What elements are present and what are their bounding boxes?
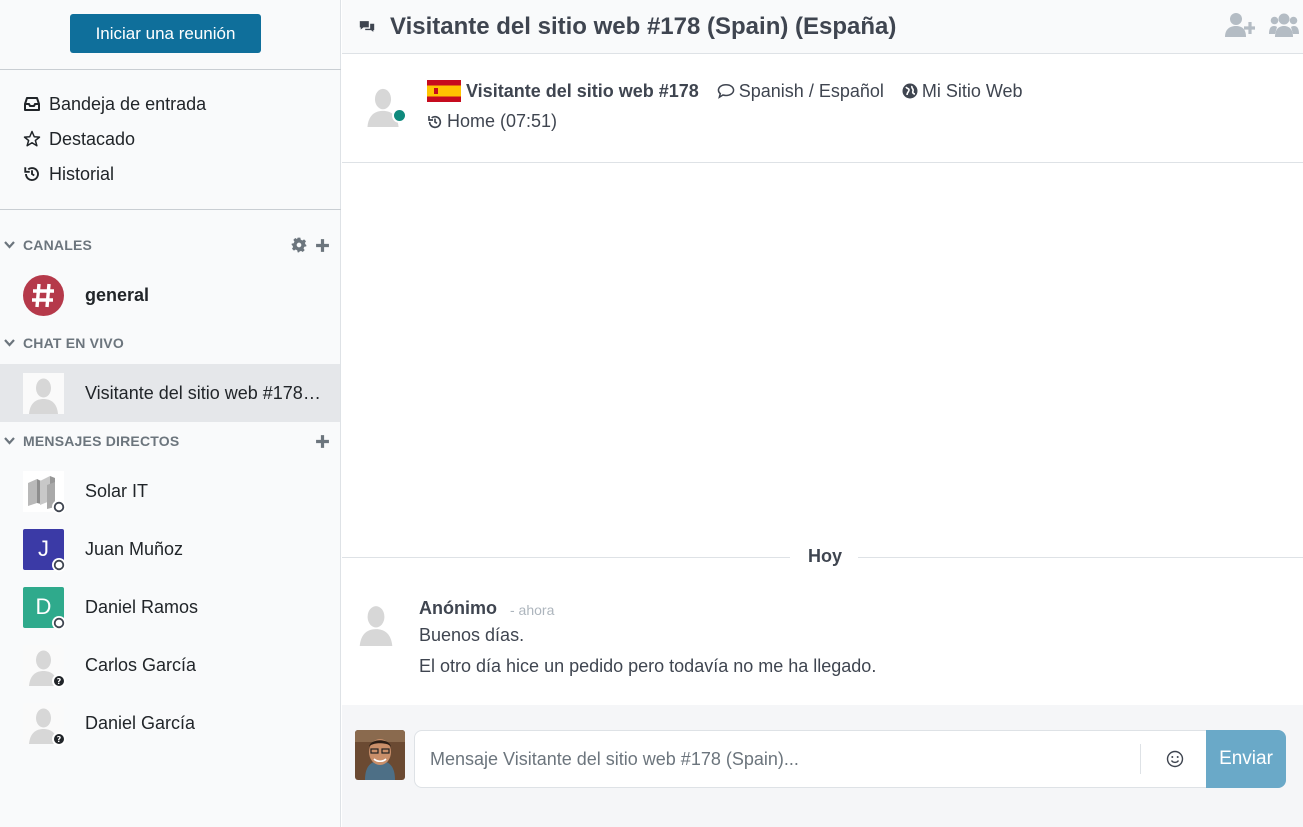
channel-label: general — [85, 284, 150, 305]
sidebar-item-label: Bandeja de entrada — [49, 93, 207, 114]
sidebar: Iniciar una reunión Bandeja de entrada D… — [0, 0, 341, 827]
avatar: D — [23, 586, 66, 630]
plus-icon[interactable] — [315, 434, 330, 449]
star-icon — [23, 130, 41, 147]
spain-flag — [427, 80, 461, 102]
day-separator: Hoy — [342, 546, 1303, 570]
sidebar-item-label: Historial — [49, 163, 115, 184]
message-author[interactable]: Anónimo — [419, 598, 497, 619]
day-separator-label: Hoy — [807, 546, 842, 566]
status-offline-icon — [52, 615, 66, 630]
gear-icon[interactable] — [291, 237, 307, 253]
page-title: Visitante del sitio web #178 (Spain) (Es… — [390, 12, 897, 40]
svg-text:?: ? — [57, 677, 62, 686]
message-thread[interactable]: Hoy Anónimo - ahora Buenos días. El otro… — [342, 163, 1303, 705]
channel-header: Visitante del sitio web #178 (Spain) (Es… — [342, 0, 1303, 54]
dm-label: Carlos García — [85, 654, 197, 675]
avatar: J — [23, 528, 66, 572]
divider — [0, 69, 341, 70]
visitor-language-label: Spanish / Español — [738, 80, 884, 101]
chevron-down-icon — [4, 339, 16, 347]
chevron-down-icon — [4, 437, 16, 445]
livechat-header[interactable]: CHAT EN VIVO — [4, 332, 330, 354]
globe-icon — [902, 83, 918, 99]
history-icon — [428, 115, 442, 128]
message-timestamp: - ahora — [510, 602, 555, 618]
svg-text:?: ? — [57, 735, 62, 744]
dm-label: Solar IT — [85, 480, 149, 501]
channels-header[interactable]: CANALES — [4, 234, 330, 256]
message-composer: Enviar — [414, 730, 1286, 788]
visitor-language: Spanish / Español — [717, 81, 884, 102]
visitor-history-label: Home (07:51) — [447, 111, 558, 131]
comment-icon — [717, 84, 735, 99]
add-user-icon[interactable] — [1225, 12, 1255, 38]
status-offline-icon — [52, 557, 66, 572]
avatar: ? — [23, 702, 66, 746]
sidebar-item-history[interactable]: Historial — [23, 162, 114, 186]
dm-header[interactable]: MENSAJES DIRECTOS — [4, 430, 330, 452]
visitor-name: Visitante del sitio web #178 — [466, 80, 699, 101]
default-user-icon — [353, 600, 399, 646]
avatar — [23, 372, 64, 414]
status-unknown-icon: ? — [52, 731, 66, 746]
user-photo — [355, 730, 405, 780]
avatar — [23, 470, 66, 514]
livechat-label: Visitante del sitio web #178 (Spain) (Es… — [85, 382, 325, 403]
dm-label: Daniel García — [85, 712, 196, 733]
start-meeting-button[interactable]: Iniciar una reunión — [70, 14, 261, 53]
plus-icon[interactable] — [315, 238, 330, 253]
visitor-website: Mi Sitio Web — [902, 81, 1023, 102]
message-input[interactable] — [415, 748, 1135, 770]
sidebar-item-inbox[interactable]: Bandeja de entrada — [23, 92, 206, 116]
send-button[interactable]: Enviar — [1206, 730, 1286, 788]
sidebar-item-starred[interactable]: Destacado — [23, 127, 135, 151]
section-title: MENSAJES DIRECTOS — [23, 433, 180, 449]
history-icon — [24, 167, 39, 181]
status-unknown-icon: ? — [52, 673, 66, 688]
divider — [1140, 744, 1141, 774]
chevron-down-icon — [4, 241, 16, 249]
hash-icon — [23, 274, 64, 316]
visitor-website-label: Mi Sitio Web — [921, 80, 1023, 101]
comments-icon — [359, 21, 375, 32]
emoji-button[interactable] — [1163, 747, 1187, 771]
dm-item-daniel-ramos[interactable]: D Daniel Ramos — [0, 578, 340, 636]
visitor-avatar — [361, 83, 407, 127]
avatar: ? — [23, 644, 66, 688]
default-user-icon — [23, 372, 64, 414]
dm-item-carlos-garcia[interactable]: ? Carlos García — [0, 636, 340, 694]
dm-item-juan-munoz[interactable]: J Juan Muñoz — [0, 520, 340, 578]
status-online-icon — [392, 108, 407, 123]
divider — [0, 209, 341, 210]
dm-item-daniel-garcia[interactable]: ? Daniel García — [0, 694, 340, 752]
inbox-icon — [24, 97, 40, 111]
message-text: El otro día hice un pedido pero todavía … — [419, 656, 877, 676]
avatar — [23, 274, 64, 316]
sidebar-item-label: Destacado — [49, 128, 136, 149]
users-icon[interactable] — [1269, 12, 1299, 38]
section-title: CHAT EN VIVO — [23, 335, 124, 351]
current-user-avatar[interactable] — [355, 730, 405, 780]
dm-item-solar-it[interactable]: Solar IT — [0, 462, 340, 520]
status-offline-icon — [52, 499, 66, 514]
section-title: CANALES — [23, 237, 93, 253]
visitor-info-panel: Visitante del sitio web #178 Spanish / E… — [342, 54, 1303, 163]
message-text: Buenos días. — [419, 625, 525, 645]
message-author-avatar[interactable] — [353, 600, 399, 646]
livechat-item[interactable]: Visitante del sitio web #178 (Spain) (Es… — [0, 364, 340, 422]
smile-icon — [1166, 750, 1184, 768]
visitor-history: Home (07:51) — [427, 111, 557, 132]
dm-label: Daniel Ramos — [85, 596, 199, 617]
dm-label: Juan Muñoz — [85, 538, 184, 559]
channel-item-general[interactable]: general — [0, 266, 340, 324]
composer: Enviar — [342, 705, 1303, 827]
